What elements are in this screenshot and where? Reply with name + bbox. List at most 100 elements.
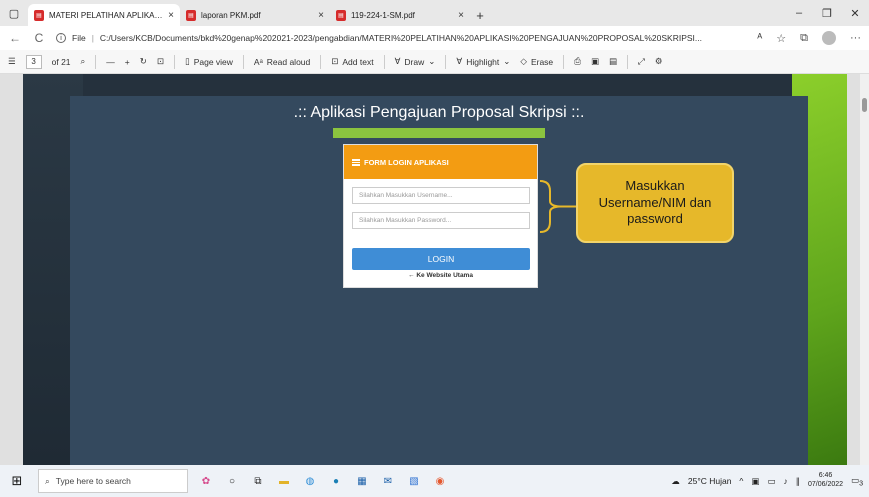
callout-note: Masukkan Username/NIM dan password	[576, 163, 734, 243]
zoom-in-button[interactable]: +	[125, 57, 130, 67]
contents-icon[interactable]: ☰	[8, 56, 16, 67]
tab-title: 119-224-1-SM.pdf	[351, 10, 415, 20]
info-icon[interactable]: i	[56, 33, 66, 43]
windows-start-icon[interactable]: ⊞	[6, 473, 28, 489]
rotate-icon[interactable]: ↻	[140, 56, 147, 67]
store-icon[interactable]: ▦	[354, 473, 370, 489]
app-title: .:: Aplikasi Pengajuan Proposal Skripsi …	[293, 104, 585, 121]
save-as-icon[interactable]: ▤	[609, 56, 617, 67]
more-icon[interactable]: ···	[850, 32, 861, 44]
edge-icon[interactable]: ◍	[302, 473, 318, 489]
arrow-left-icon: ←	[408, 272, 415, 279]
erase-button[interactable]: ◇ Erase	[520, 56, 553, 67]
pdf-toolbar: ☰ 3 of 21 ⌕ — + ↻ ⊡ ▯ Page view Aᵃ Read al…	[0, 50, 869, 74]
divider	[320, 54, 322, 69]
draw-button[interactable]: ∀ Draw ⌄	[395, 56, 436, 67]
list-icon	[352, 158, 360, 166]
slide-page: .:: Aplikasi Pengajuan Proposal Skripsi …	[23, 74, 847, 465]
read-aloud-button[interactable]: Aᵃ Read aloud	[254, 57, 310, 67]
read-aloud-icon[interactable]: ᴬ	[757, 32, 762, 44]
close-window-button[interactable]: ✕	[841, 0, 869, 26]
settings-icon[interactable]: ⚙	[655, 56, 663, 67]
scrollbar-thumb[interactable]	[862, 98, 867, 112]
tab-close-icon[interactable]: ×	[168, 10, 174, 21]
outlook-icon[interactable]: ▧	[406, 473, 422, 489]
app-screenshot: .:: Aplikasi Pengajuan Proposal Skripsi …	[70, 96, 808, 465]
read-aloud-label: Read aloud	[266, 56, 311, 67]
print-icon[interactable]: ⎙	[574, 56, 581, 67]
eraser-icon: ◇	[520, 56, 527, 66]
network-icon[interactable]: ▣	[751, 476, 759, 487]
zoom-out-button[interactable]: —	[106, 57, 115, 67]
clock[interactable]: 6:46 07/06/2022	[808, 472, 843, 490]
highlight-button[interactable]: ∀ Highlight ⌄	[456, 56, 510, 67]
url-field[interactable]: i File | C:/Users/KCB/Documents/bkd%20ge…	[56, 28, 747, 48]
minimize-button[interactable]: –	[785, 0, 813, 26]
browser-icon[interactable]: ◉	[432, 473, 448, 489]
save-icon[interactable]: ▣	[591, 56, 599, 67]
tab-close-icon[interactable]: ×	[458, 10, 464, 21]
volume-icon[interactable]: ♪	[783, 476, 787, 486]
tab-materi[interactable]: ▤ MATERI PELATIHAN APLIKASI PE ×	[28, 4, 180, 26]
file-label: File	[72, 33, 86, 43]
erase-label: Erase	[530, 56, 554, 67]
chrome-icon[interactable]: ●	[328, 473, 344, 489]
tab-laporan[interactable]: ▤ laporan PKM.pdf ×	[180, 4, 330, 26]
reload-button[interactable]: C	[32, 31, 46, 45]
mail-icon[interactable]: ✉	[380, 473, 396, 489]
news-widget-icon[interactable]: ✿	[198, 473, 214, 489]
divider	[174, 54, 176, 69]
notification-icon[interactable]: ▭3	[851, 475, 863, 488]
search-icon: ⌕	[45, 475, 50, 486]
time: 6:46	[818, 472, 833, 480]
divider	[95, 54, 97, 69]
weather-icon[interactable]: ☁	[671, 476, 680, 487]
add-text-icon: ⊡	[331, 56, 339, 66]
pen-icon[interactable]: ∥	[796, 476, 800, 487]
add-text-button[interactable]: ⊡ Add text	[331, 56, 373, 67]
read-aloud-icon: Aᵃ	[253, 56, 263, 67]
tab-actions-icon[interactable]: ▢	[0, 0, 28, 26]
weather-text[interactable]: 25°C Hujan	[688, 476, 732, 486]
divider	[383, 54, 385, 69]
green-bar	[333, 128, 545, 138]
back-button[interactable]: ←	[8, 31, 22, 45]
fullscreen-icon[interactable]: ⤢	[638, 56, 645, 67]
page-view-label: Page view	[193, 56, 233, 67]
restore-button[interactable]: ❐	[813, 0, 841, 26]
new-tab-button[interactable]: +	[470, 4, 490, 26]
taskbar-search[interactable]: ⌕ Type here to search	[38, 469, 188, 493]
file-explorer-icon[interactable]: ▬	[276, 473, 292, 489]
chevron-down-icon: ⌄	[503, 56, 511, 66]
divider	[242, 54, 244, 69]
fit-page-icon[interactable]: ⊡	[157, 56, 164, 67]
draw-icon: ∀	[394, 56, 401, 66]
divider	[627, 54, 629, 69]
chevron-up-icon[interactable]: ^	[739, 476, 743, 486]
tab-close-icon[interactable]: ×	[318, 10, 324, 21]
url-separator: |	[91, 33, 94, 43]
battery-icon[interactable]: ▭	[767, 476, 775, 487]
scrollbar[interactable]	[860, 74, 869, 465]
page-total: of 21	[51, 56, 71, 67]
password-field[interactable]: Silahkan Masukkan Password...	[352, 212, 530, 229]
back-link-label: Ke Website Utama	[416, 272, 473, 279]
avatar[interactable]	[822, 31, 836, 45]
page-view-button[interactable]: ▯ Page view	[185, 56, 233, 67]
tab-119[interactable]: ▤ 119-224-1-SM.pdf ×	[330, 4, 470, 26]
page-number-input[interactable]: 3	[25, 54, 42, 69]
username-field[interactable]: Silahkan Masukkan Username...	[352, 187, 530, 204]
date: 07/06/2022	[807, 481, 844, 488]
favorites-icon[interactable]: ☆	[776, 32, 786, 45]
login-button[interactable]: LOGIN	[352, 248, 530, 270]
tab-title: MATERI PELATIHAN APLIKASI PE	[49, 10, 164, 20]
search-placeholder: Type here to search	[55, 476, 131, 486]
back-to-website-link[interactable]: ← Ke Website Utama	[344, 272, 537, 279]
collections-icon[interactable]: ⧉	[800, 32, 808, 45]
cortana-icon[interactable]: ○	[224, 473, 240, 489]
divider	[563, 54, 565, 69]
find-icon[interactable]: ⌕	[81, 56, 86, 67]
task-view-icon[interactable]: ⧉	[250, 473, 266, 489]
chevron-down-icon: ⌄	[428, 56, 436, 66]
notification-count: 3	[859, 479, 863, 488]
